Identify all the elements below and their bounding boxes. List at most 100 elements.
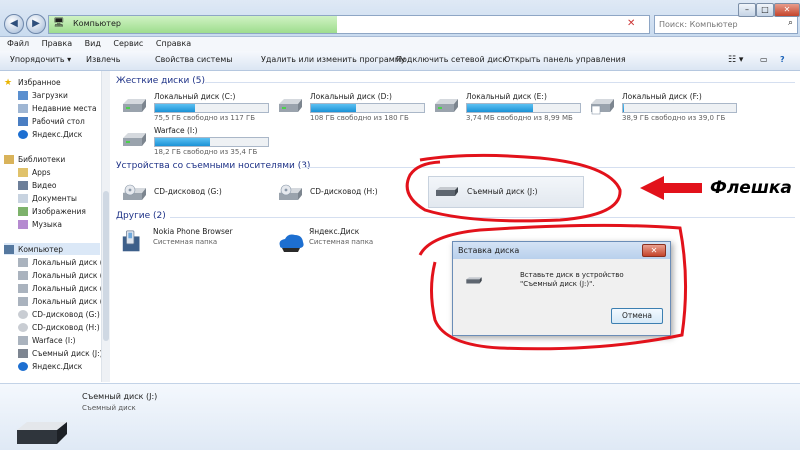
nav-label: Видео <box>32 180 57 190</box>
hard-drive-icon <box>18 335 28 345</box>
nav-drive-d[interactable]: Локальный диск (D <box>18 269 108 281</box>
menu-tools[interactable]: Сервис <box>113 39 143 48</box>
drive-i[interactable]: Warface (I:) 18,2 ГБ свободно из 35,4 ГБ <box>120 126 270 164</box>
stop-icon[interactable]: ✕ <box>627 18 635 29</box>
group-hard-disks[interactable]: Жесткие диски (5) <box>116 76 205 86</box>
nav-scrollbar[interactable] <box>101 71 110 382</box>
desktop-icon <box>18 116 28 126</box>
item-name: Яндекс.Диск <box>309 227 360 236</box>
video-icon <box>18 180 28 190</box>
drive-e[interactable]: Локальный диск (E:) 3,74 МБ свободно из … <box>432 92 582 130</box>
nav-computer[interactable]: Компьютер <box>4 243 100 255</box>
nav-lib-music[interactable]: Музыка <box>18 218 62 230</box>
nav-lib-apps[interactable]: Apps <box>18 166 51 178</box>
system-properties-button[interactable]: Свойства системы <box>155 55 233 64</box>
nav-lib-documents[interactable]: Документы <box>18 192 77 204</box>
open-control-panel-button[interactable]: Открыть панель управления <box>504 55 626 64</box>
drive-j[interactable]: Съемный диск (J:) <box>428 176 584 208</box>
item-nokia-phone-browser[interactable]: Nokia Phone Browser Системная папка <box>120 227 270 265</box>
nav-lib-video[interactable]: Видео <box>18 179 56 191</box>
menu-file[interactable]: Файл <box>7 39 29 48</box>
details-name: Съемный диск (J:) <box>82 392 158 401</box>
nav-drive-c[interactable]: Локальный диск (C <box>18 256 108 268</box>
nav-yadisk[interactable]: Яндекс.Диск <box>18 360 82 372</box>
drive-g[interactable]: CD-дисковод (G:) <box>120 180 260 218</box>
phone-browser-icon <box>122 230 140 252</box>
nav-label: Локальный диск (D <box>32 270 109 280</box>
removable-drive-large-icon <box>17 422 67 444</box>
drive-free-space: 18,2 ГБ свободно из 35,4 ГБ <box>154 148 258 156</box>
nav-drive-e[interactable]: Локальный диск (E <box>18 282 107 294</box>
nav-label: Apps <box>32 167 51 177</box>
nav-fav-recent[interactable]: Недавние места <box>18 102 97 114</box>
title-bar: ◀ ▶ 🖥 Компьютер ✕ ⌕ – □ ✕ <box>0 0 800 37</box>
nav-drive-i[interactable]: Warface (I:) <box>18 334 76 346</box>
item-yandex-disk[interactable]: Яндекс.Диск Системная папка <box>276 227 426 265</box>
menu-help[interactable]: Справка <box>156 39 191 48</box>
nav-label: Документы <box>32 193 77 203</box>
nav-libraries[interactable]: Библиотеки <box>4 153 65 165</box>
help-icon[interactable]: ? <box>780 55 785 64</box>
insert-disk-dialog: Вставка диска ✕ Вставьте диск в устройст… <box>452 241 671 336</box>
group-divider <box>205 82 795 83</box>
drive-free-space: 38,9 ГБ свободно из 39,0 ГБ <box>622 114 726 122</box>
drive-h[interactable]: CD-дисковод (H:) <box>276 180 416 218</box>
maximize-button[interactable]: □ <box>756 3 774 17</box>
drive-c[interactable]: Локальный диск (C:) 75,5 ГБ свободно из … <box>120 92 270 130</box>
drive-free-space: 108 ГБ свободно из 180 ГБ <box>310 114 409 122</box>
forward-button[interactable]: ▶ <box>26 14 46 34</box>
search-box[interactable]: ⌕ <box>654 15 798 34</box>
nav-libraries-label: Библиотеки <box>18 154 66 164</box>
libraries-icon <box>4 154 14 164</box>
nav-drive-f[interactable]: Локальный диск (F <box>18 295 107 307</box>
pictures-icon <box>18 206 28 216</box>
menu-edit[interactable]: Правка <box>42 39 72 48</box>
dialog-title-bar: Вставка диска ✕ <box>453 242 670 259</box>
eject-button[interactable]: Извлечь <box>86 55 120 64</box>
drive-name: Локальный диск (F:) <box>622 92 702 101</box>
nav-fav-downloads[interactable]: Загрузки <box>18 89 68 101</box>
preview-pane-icon[interactable]: ▭ <box>760 55 768 64</box>
organize-button[interactable]: Упорядочить ▾ <box>10 55 71 64</box>
drive-f[interactable]: Локальный диск (F:) 38,9 ГБ свободно из … <box>588 92 738 130</box>
close-button[interactable]: ✕ <box>774 3 800 17</box>
map-network-drive-button[interactable]: Подключить сетевой диск <box>396 55 507 64</box>
recent-places-icon <box>18 103 28 113</box>
drive-usage-bar <box>466 103 581 113</box>
downloads-icon <box>18 90 28 100</box>
nav-lib-pictures[interactable]: Изображения <box>18 205 86 217</box>
group-divider <box>170 217 795 218</box>
hard-drive-icon <box>279 99 302 112</box>
menu-view[interactable]: Вид <box>85 39 101 48</box>
nav-label: Изображения <box>32 206 86 216</box>
address-bar[interactable]: 🖥 Компьютер ✕ <box>48 15 650 34</box>
search-icon[interactable]: ⌕ <box>788 18 793 28</box>
view-options-icon[interactable]: ☷ ▾ <box>728 55 743 65</box>
nav-label: Загрузки <box>32 90 68 100</box>
back-button[interactable]: ◀ <box>4 14 24 34</box>
scroll-thumb[interactable] <box>103 191 109 341</box>
nav-fav-desktop[interactable]: Рабочий стол <box>18 115 85 127</box>
drive-d[interactable]: Локальный диск (D:) 108 ГБ свободно из 1… <box>276 92 426 130</box>
music-icon <box>18 219 28 229</box>
cd-drive-icon <box>279 184 302 200</box>
nav-favorites[interactable]: ★ Избранное <box>4 76 61 88</box>
hard-drive-icon <box>123 99 146 112</box>
search-input[interactable] <box>655 16 779 33</box>
computer-icon <box>4 244 14 254</box>
nav-drive-g[interactable]: CD-дисковод (G:) <box>18 308 100 320</box>
nav-fav-yadisk[interactable]: Яндекс.Диск <box>18 128 82 140</box>
nav-drive-h[interactable]: CD-дисковод (H:) <box>18 321 100 333</box>
uninstall-program-button[interactable]: Удалить или изменить программу <box>261 55 406 64</box>
drive-free-space: 75,5 ГБ свободно из 117 ГБ <box>154 114 256 122</box>
minimize-button[interactable]: – <box>738 3 756 17</box>
drive-usage-fill <box>467 104 533 112</box>
computer-icon: 🖥 <box>53 18 65 28</box>
nav-drive-j[interactable]: Съемный диск (J:) <box>18 347 103 359</box>
address-text: Компьютер <box>73 19 121 28</box>
drive-usage-bar <box>310 103 425 113</box>
cancel-button[interactable]: Отмена <box>611 308 663 324</box>
drive-free-space: 3,74 МБ свободно из 8,99 МБ <box>466 114 573 122</box>
drive-name: Локальный диск (D:) <box>310 92 392 101</box>
dialog-close-button[interactable]: ✕ <box>642 244 666 257</box>
